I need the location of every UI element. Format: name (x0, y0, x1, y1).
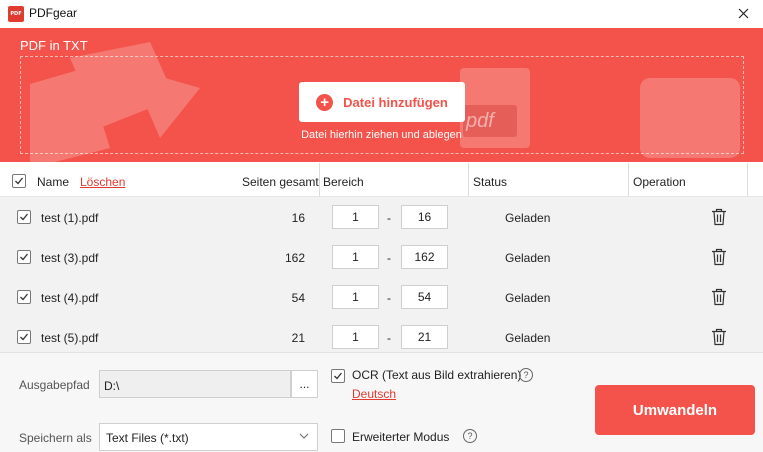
delete-all-link[interactable]: Löschen (80, 175, 125, 189)
row-checkbox[interactable] (17, 250, 31, 264)
convert-button[interactable]: Umwandeln (595, 385, 755, 435)
add-file-button[interactable]: + Datei hinzufügen (299, 82, 465, 122)
plus-icon: + (316, 93, 334, 111)
range-to-input[interactable]: 162 (401, 245, 448, 269)
file-table-header: Name Löschen Seiten gesamt Bereich Statu… (0, 163, 763, 197)
ocr-language-link[interactable]: Deutsch (352, 387, 396, 401)
output-path-input[interactable]: D:\ (99, 370, 291, 398)
range-separator: - (387, 251, 391, 265)
range-separator: - (387, 331, 391, 345)
range-to-input[interactable]: 54 (401, 285, 448, 309)
trash-icon[interactable] (711, 288, 727, 306)
column-divider[interactable] (747, 163, 748, 197)
status-text: Geladen (505, 211, 551, 225)
file-name: test (4).pdf (41, 291, 99, 305)
save-as-select[interactable]: Text Files (*.txt) (99, 423, 318, 451)
status-text: Geladen (505, 331, 551, 345)
select-all-checkbox[interactable] (12, 174, 26, 188)
checkmark-icon (20, 293, 29, 301)
ocr-help-icon[interactable]: ? (519, 368, 533, 382)
column-divider[interactable] (628, 163, 629, 197)
checkmark-icon (334, 372, 343, 380)
ocr-checkbox[interactable] (331, 369, 345, 383)
status-text: Geladen (505, 251, 551, 265)
save-as-label: Speichern als (19, 431, 92, 445)
extended-mode-label: Erweiterter Modus (352, 430, 450, 444)
file-table-body: test (1).pdf 16 1 - 16 Geladen test (3).… (0, 197, 763, 352)
page-count: 16 (291, 211, 305, 225)
browse-button[interactable]: ... (291, 370, 318, 398)
pdfgear-logo-icon: PDF (8, 6, 24, 22)
extended-mode-checkbox[interactable] (331, 429, 345, 443)
trash-icon[interactable] (711, 328, 727, 346)
chevron-down-icon (299, 433, 309, 439)
ocr-label: OCR (Text aus Bild extrahieren) (352, 368, 522, 382)
column-header-name: Name (37, 175, 70, 189)
column-divider[interactable] (468, 163, 469, 197)
checkmark-icon (15, 177, 24, 185)
row-checkbox[interactable] (17, 330, 31, 344)
table-row: test (1).pdf 16 1 - 16 Geladen (0, 197, 763, 237)
range-separator: - (387, 291, 391, 305)
column-divider[interactable] (319, 163, 320, 197)
extended-mode-help-icon[interactable]: ? (463, 429, 477, 443)
file-name: test (1).pdf (41, 211, 99, 225)
range-from-input[interactable]: 1 (332, 285, 379, 309)
range-from-input[interactable]: 1 (332, 205, 379, 229)
file-name: test (5).pdf (41, 331, 99, 345)
column-header-pages: Seiten gesamt (242, 175, 319, 189)
app-title: PDFgear (29, 6, 78, 20)
file-name: test (3).pdf (41, 251, 99, 265)
page-count: 54 (291, 291, 305, 305)
title-bar: PDF PDFgear (0, 0, 763, 27)
drop-hint: Datei hierhin ziehen und ablegen (301, 129, 462, 141)
checkmark-icon (20, 213, 29, 221)
row-checkbox[interactable] (17, 290, 31, 304)
close-button[interactable] (723, 0, 763, 27)
drop-banner: pdf PDF in TXT + Datei hinzufügen Datei … (0, 28, 763, 162)
table-row: test (5).pdf 21 1 - 21 Geladen (0, 317, 763, 352)
column-header-operation: Operation (633, 175, 686, 189)
conversion-title: PDF in TXT (20, 38, 88, 53)
range-separator: - (387, 211, 391, 225)
output-path-label: Ausgabepfad (19, 378, 90, 392)
close-icon (738, 8, 748, 19)
settings-footer: Ausgabepfad D:\ ... Speichern als Text F… (0, 352, 763, 452)
range-from-input[interactable]: 1 (332, 325, 379, 349)
column-header-range: Bereich (323, 175, 364, 189)
table-row: test (3).pdf 162 1 - 162 Geladen (0, 237, 763, 277)
checkmark-icon (20, 253, 29, 261)
save-as-value: Text Files (*.txt) (106, 431, 189, 445)
status-text: Geladen (505, 291, 551, 305)
range-from-input[interactable]: 1 (332, 245, 379, 269)
add-file-label: Datei hinzufügen (343, 94, 448, 110)
range-to-input[interactable]: 21 (401, 325, 448, 349)
row-checkbox[interactable] (17, 210, 31, 224)
page-count: 21 (291, 331, 305, 345)
column-header-status: Status (473, 175, 508, 189)
trash-icon[interactable] (711, 208, 727, 226)
page-count: 162 (284, 251, 305, 265)
table-row: test (4).pdf 54 1 - 54 Geladen (0, 277, 763, 317)
range-to-input[interactable]: 16 (401, 205, 448, 229)
trash-icon[interactable] (711, 248, 727, 266)
checkmark-icon (20, 333, 29, 341)
